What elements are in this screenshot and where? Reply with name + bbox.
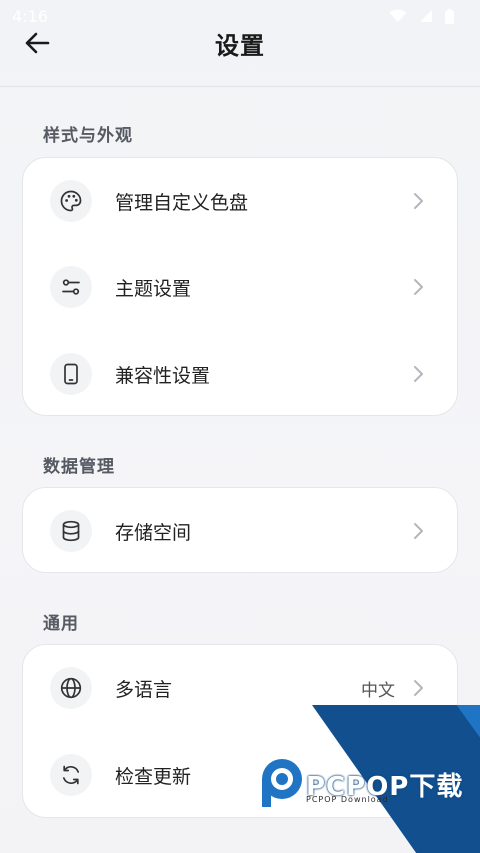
language-value: 中文 xyxy=(361,680,395,701)
sliders-icon xyxy=(50,266,92,308)
back-button[interactable] xyxy=(18,26,56,60)
row-label: 兼容性设置 xyxy=(115,364,211,387)
pcpop-logo-icon xyxy=(262,759,302,807)
settings-row-theme[interactable]: 主题设置 xyxy=(23,244,459,330)
chevron-right-icon xyxy=(414,680,423,696)
arrow-left-icon xyxy=(25,32,50,54)
watermark-subtitle: PCPOP Download xyxy=(306,795,389,804)
chevron-right-icon xyxy=(414,279,423,295)
row-label: 存储空间 xyxy=(115,521,192,544)
card-data: 存储空间 xyxy=(22,487,458,573)
settings-row-custom-palette[interactable]: 管理自定义色盘 xyxy=(23,158,459,244)
section-label-data: 数据管理 xyxy=(43,457,115,477)
row-label: 检查更新 xyxy=(115,765,192,788)
phone-icon xyxy=(50,353,92,395)
row-label: 多语言 xyxy=(115,678,173,701)
settings-row-compatibility[interactable]: 兼容性设置 xyxy=(23,331,459,417)
row-label: 管理自定义色盘 xyxy=(115,191,249,214)
refresh-icon xyxy=(50,754,92,796)
section-label-general: 通用 xyxy=(43,614,79,634)
page-title: 设置 xyxy=(215,31,265,60)
card-appearance: 管理自定义色盘 主题设置 兼容性设置 xyxy=(22,157,458,416)
settings-row-storage[interactable]: 存储空间 xyxy=(23,488,459,574)
database-icon xyxy=(50,510,92,552)
chevron-right-icon xyxy=(414,523,423,539)
header-divider xyxy=(0,86,480,87)
section-label-appearance: 样式与外观 xyxy=(43,126,133,146)
palette-icon xyxy=(50,180,92,222)
app-bar: 设置 xyxy=(0,12,480,74)
row-label: 主题设置 xyxy=(115,277,192,300)
chevron-right-icon xyxy=(414,366,423,382)
globe-icon xyxy=(50,667,92,709)
chevron-right-icon xyxy=(414,193,423,209)
